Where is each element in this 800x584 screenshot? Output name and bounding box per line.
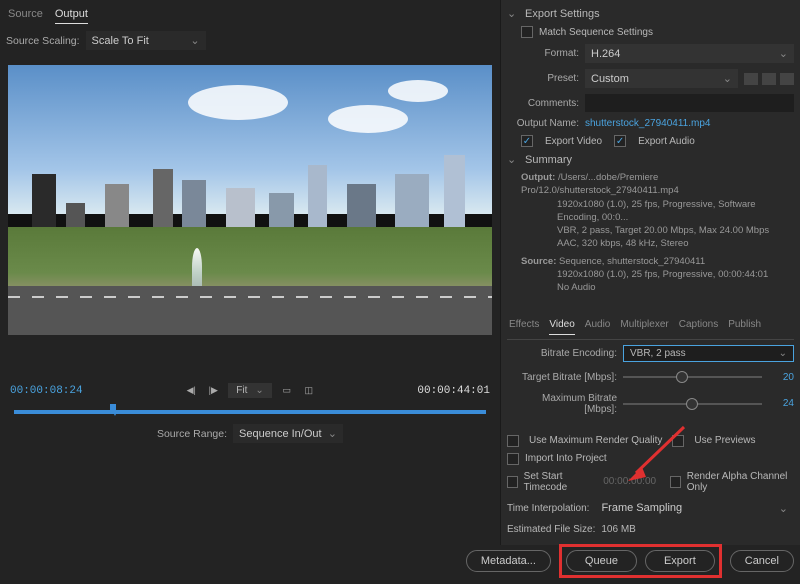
import-project-label: Import Into Project xyxy=(525,453,607,464)
tab-output[interactable]: Output xyxy=(55,8,88,24)
tab-video[interactable]: Video xyxy=(549,319,574,335)
tab-multiplexer[interactable]: Multiplexer xyxy=(620,319,668,335)
tab-source[interactable]: Source xyxy=(8,8,43,24)
annotation-highlight: Queue Export xyxy=(559,544,722,578)
est-filesize-value: 106 MB xyxy=(601,524,635,535)
preset-label: Preset: xyxy=(507,73,579,84)
tab-publish[interactable]: Publish xyxy=(728,319,761,335)
video-preview xyxy=(8,65,492,335)
time-interp-dropdown[interactable]: Frame Sampling xyxy=(595,499,794,518)
queue-button[interactable]: Queue xyxy=(566,550,637,572)
preview-tabs: Source Output xyxy=(6,4,494,28)
start-tc-checkbox[interactable] xyxy=(507,476,518,488)
export-video-label: Export Video xyxy=(545,136,602,147)
summary-header[interactable]: Summary xyxy=(507,150,794,169)
summary-source: Source: Sequence, shutterstock_27940411 … xyxy=(507,253,794,297)
render-alpha-label: Render Alpha Channel Only xyxy=(687,471,794,493)
cancel-button[interactable]: Cancel xyxy=(730,550,794,572)
encoding-tabs: Effects Video Audio Multiplexer Captions… xyxy=(507,315,794,340)
use-previews-label: Use Previews xyxy=(694,435,755,446)
comments-input[interactable] xyxy=(585,94,794,112)
playhead[interactable] xyxy=(108,404,118,418)
export-video-checkbox[interactable] xyxy=(521,135,533,147)
duration-timecode: 00:00:44:01 xyxy=(417,385,490,397)
target-bitrate-slider[interactable] xyxy=(623,376,762,378)
render-alpha-checkbox[interactable] xyxy=(670,476,681,488)
preset-dropdown[interactable]: Custom xyxy=(585,69,738,88)
output-name-label: Output Name: xyxy=(507,118,579,129)
timeline-scrubber[interactable] xyxy=(14,410,486,414)
comments-label: Comments: xyxy=(507,98,579,109)
tab-effects[interactable]: Effects xyxy=(509,319,539,335)
next-frame-icon[interactable]: |▶ xyxy=(206,384,220,398)
max-render-label: Use Maximum Render Quality xyxy=(529,435,662,446)
aspect-icon[interactable]: ▭ xyxy=(280,384,294,398)
zoom-fit-dropdown[interactable]: Fit⌄ xyxy=(228,383,272,398)
time-interp-label: Time Interpolation: xyxy=(507,503,589,514)
source-range-label: Source Range: xyxy=(157,428,227,440)
target-bitrate-value[interactable]: 20 xyxy=(768,372,794,383)
import-project-checkbox[interactable] xyxy=(507,453,519,465)
delete-preset-icon[interactable] xyxy=(780,73,794,85)
export-settings-header[interactable]: Export Settings xyxy=(507,4,794,23)
max-bitrate-label: Maximum Bitrate [Mbps]: xyxy=(507,393,617,415)
source-scaling-dropdown[interactable]: Scale To Fit xyxy=(86,31,206,50)
max-render-checkbox[interactable] xyxy=(507,435,519,447)
save-preset-icon[interactable] xyxy=(744,73,758,85)
max-bitrate-value[interactable]: 24 xyxy=(768,398,794,409)
prev-frame-icon[interactable]: ◀| xyxy=(184,384,198,398)
match-sequence-label: Match Sequence Settings xyxy=(539,27,653,38)
current-timecode[interactable]: 00:00:08:24 xyxy=(10,385,83,397)
tab-captions[interactable]: Captions xyxy=(679,319,718,335)
source-scaling-label: Source Scaling: xyxy=(6,35,80,47)
export-audio-checkbox[interactable] xyxy=(614,135,626,147)
summary-output: Output: /Users/...dobe/Premiere Pro/12.0… xyxy=(507,169,794,253)
format-label: Format: xyxy=(507,48,579,59)
max-bitrate-slider[interactable] xyxy=(623,403,762,405)
start-tc-label: Set Start Timecode xyxy=(524,471,598,493)
match-sequence-checkbox[interactable] xyxy=(521,26,533,38)
metadata-button[interactable]: Metadata... xyxy=(466,550,551,572)
est-filesize-label: Estimated File Size: xyxy=(507,524,595,535)
bitrate-encoding-dropdown[interactable]: VBR, 2 pass xyxy=(623,345,794,362)
output-name-link[interactable]: shutterstock_27940411.mp4 xyxy=(585,118,710,129)
export-audio-label: Export Audio xyxy=(638,136,695,147)
bitrate-encoding-label: Bitrate Encoding: xyxy=(507,348,617,359)
crop-icon[interactable]: ◫ xyxy=(302,384,316,398)
start-tc-value: 00:00:00:00 xyxy=(603,476,656,487)
target-bitrate-label: Target Bitrate [Mbps]: xyxy=(507,372,617,383)
import-preset-icon[interactable] xyxy=(762,73,776,85)
tab-audio[interactable]: Audio xyxy=(585,319,611,335)
export-button[interactable]: Export xyxy=(645,550,715,572)
source-range-dropdown[interactable]: Sequence In/Out xyxy=(233,424,343,443)
use-previews-checkbox[interactable] xyxy=(672,435,684,447)
format-dropdown[interactable]: H.264 xyxy=(585,44,794,63)
